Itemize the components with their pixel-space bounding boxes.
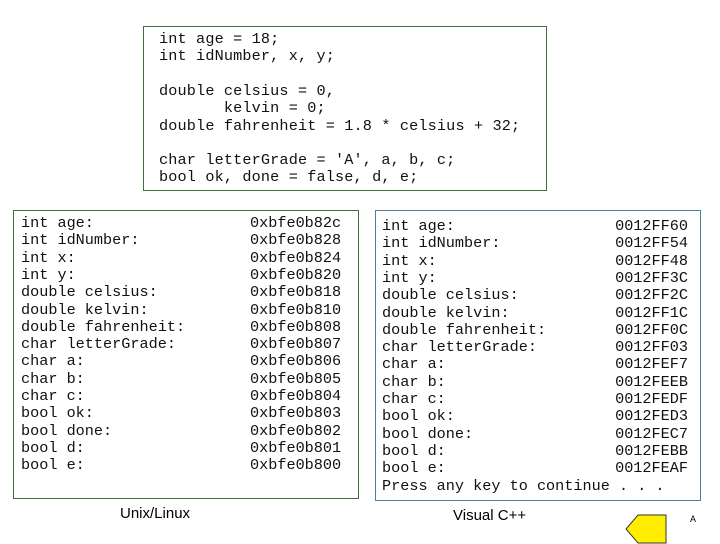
- code-line: double celsius = 0,: [159, 81, 336, 100]
- unix-variable-address: 0xbfe0b802: [250, 421, 342, 440]
- unix-variable-address: 0xbfe0b801: [250, 438, 342, 457]
- unix-variable-label: char letterGrade:: [21, 335, 176, 354]
- unix-variable-address: 0xbfe0b800: [250, 456, 342, 475]
- unix-variable-address: 0xbfe0b810: [250, 300, 342, 319]
- code-line: bool ok, done = false, d, e;: [159, 168, 419, 187]
- unix-variable-address: 0xbfe0b808: [250, 317, 342, 336]
- unix-variable-label: int age:: [21, 214, 94, 232]
- code-line: int age = 18;: [159, 30, 280, 48]
- vc-variable-label: bool d:: [382, 441, 446, 460]
- unix-variable-label: char a:: [21, 352, 85, 371]
- unix-variable-label: int y:: [21, 265, 76, 284]
- unix-variable-label: double celsius:: [21, 283, 158, 302]
- console-prompt: Press any key to continue . . .: [382, 476, 665, 495]
- vc-variable-label: char b:: [382, 372, 446, 391]
- vc-variable-label: int idNumber:: [382, 234, 501, 253]
- vc-variable-label: char c:: [382, 390, 446, 408]
- vc-variable-label: double kelvin:: [382, 303, 510, 322]
- vc-variable-label: char letterGrade:: [382, 338, 537, 357]
- vc-variable-address: 0012FEC7: [615, 424, 688, 443]
- vc-variable-label: int y:: [382, 268, 437, 287]
- visual-cpp-output-box: int age: 0012FF60 int idNumber: 0012FF54 int…: [375, 210, 701, 501]
- unix-variable-label: int x:: [21, 248, 76, 267]
- vc-variable-label: char a:: [382, 355, 446, 374]
- code-line: char letterGrade = 'A', a, b, c;: [159, 151, 456, 170]
- vc-variable-address: 0012FF03: [615, 338, 688, 357]
- unix-variable-label: int idNumber:: [21, 231, 140, 250]
- vc-variable-address: 0012FF1C: [615, 303, 688, 322]
- vc-variable-label: bool done:: [382, 424, 474, 443]
- vc-variable-address: 0012FEAF: [615, 459, 688, 478]
- unix-variable-label: bool ok:: [21, 404, 94, 423]
- unix-variable-label: bool done:: [21, 421, 113, 440]
- unix-variable-label: bool e:: [21, 456, 85, 475]
- unix-variable-label: char b:: [21, 369, 85, 388]
- vc-variable-address: 0012FF48: [615, 251, 688, 270]
- vc-variable-label: int x:: [382, 251, 437, 270]
- vc-variable-label: bool e:: [382, 459, 446, 478]
- unix-variable-address: 0xbfe0b828: [250, 231, 342, 250]
- corner-label: A: [690, 514, 697, 524]
- unix-variable-address: 0xbfe0b803: [250, 404, 342, 423]
- unix-variable-address: 0xbfe0b824: [250, 248, 342, 267]
- vc-variable-address: 0012FF3C: [615, 268, 688, 287]
- vc-variable-address: 0012FED3: [615, 407, 688, 426]
- vc-variable-address: 0012FEEB: [615, 372, 688, 391]
- unix-variable-label: double kelvin:: [21, 300, 149, 319]
- vc-variable-address: 0012FEDF: [615, 390, 688, 408]
- vc-variable-address: 0012FF2C: [615, 286, 688, 305]
- vc-variable-label: bool ok:: [382, 407, 455, 426]
- code-line: kelvin = 0;: [159, 99, 326, 118]
- unix-variable-label: double fahrenheit:: [21, 317, 186, 336]
- unix-variable-label: bool d:: [21, 438, 85, 457]
- unix-output-box: int age: 0xbfe0b82c int idNumber: 0xbfe0b82…: [13, 210, 359, 499]
- unix-variable-address: 0xbfe0b820: [250, 265, 342, 284]
- vc-variable-address: 0012FF60: [615, 217, 688, 235]
- unix-variable-address: 0xbfe0b807: [250, 335, 342, 354]
- vc-variable-address: 0012FEBB: [615, 441, 688, 460]
- vc-variable-address: 0012FF0C: [615, 320, 688, 339]
- code-line: double fahrenheit = 1.8 * celsius + 32;: [159, 116, 521, 135]
- unix-variable-address: 0xbfe0b804: [250, 387, 342, 405]
- vc-variable-label: double fahrenheit:: [382, 320, 547, 339]
- unix-variable-address: 0xbfe0b82c: [250, 214, 342, 232]
- visual-cpp-caption: Visual C++: [453, 507, 527, 524]
- vc-variable-address: 0012FF54: [615, 234, 688, 253]
- unix-variable-address: 0xbfe0b805: [250, 369, 342, 388]
- vc-variable-label: int age:: [382, 217, 455, 235]
- unix-variable-address: 0xbfe0b818: [250, 283, 342, 302]
- vc-variable-address: 0012FEF7: [615, 355, 688, 374]
- unix-caption: Unix/Linux: [120, 505, 191, 522]
- source-code-box: int age = 18; int idNumber, x, y; double c…: [143, 26, 547, 191]
- vc-variable-label: double celsius:: [382, 286, 519, 305]
- unix-variable-label: char c:: [21, 387, 85, 405]
- unix-variable-address: 0xbfe0b806: [250, 352, 342, 371]
- code-line: int idNumber, x, y;: [159, 47, 336, 66]
